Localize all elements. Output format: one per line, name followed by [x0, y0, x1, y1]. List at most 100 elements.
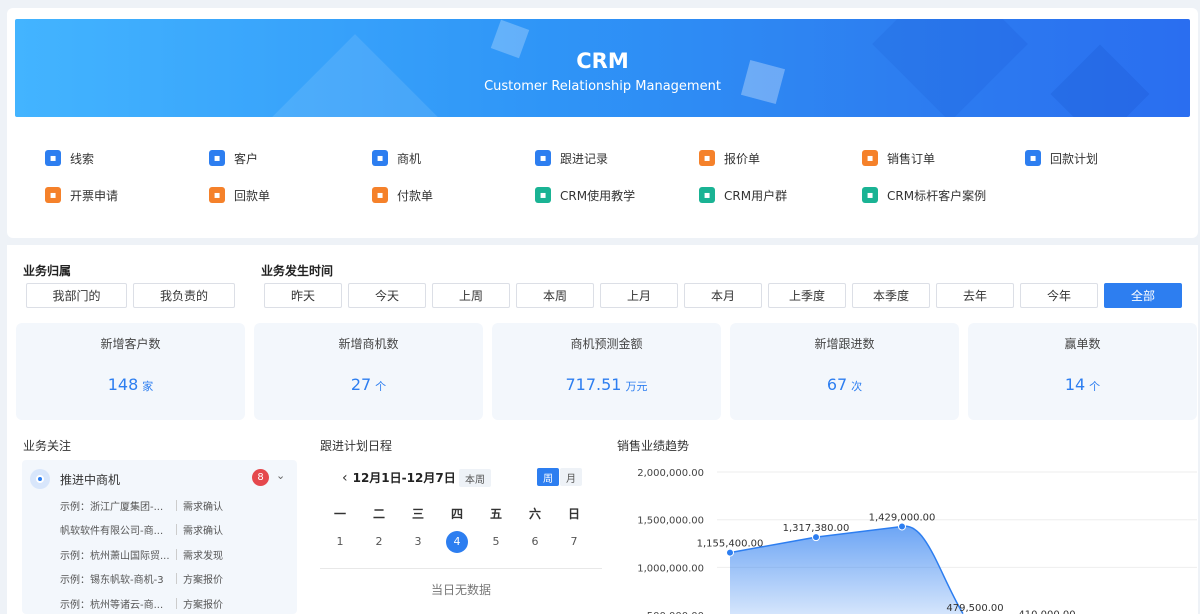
shortcut-label: 客户	[234, 151, 259, 166]
week-view-button[interactable]: 周	[537, 468, 559, 486]
stat-title: 新增跟进数	[814, 337, 875, 351]
data-label: 479,500.00	[946, 603, 1003, 614]
list-item[interactable]: 示例：浙江广厦集团-... 需求确认	[60, 496, 223, 514]
data-point[interactable]	[898, 522, 906, 531]
stat-card: 新增商机数 27 个	[254, 323, 483, 420]
sales-trend-chart: 2,000,000.001,500,000.001,000,000.00500,…	[637, 468, 1197, 614]
shortcut-sales-order[interactable]: ▪ 销售订单	[862, 148, 935, 168]
shortcut-payment-plan[interactable]: ▪ 回款计划	[1025, 148, 1098, 168]
time-filter-button[interactable]: 上季度	[768, 283, 846, 308]
ownership-label: 业务归属	[23, 264, 72, 278]
sales-order-icon: ▪	[862, 150, 878, 166]
stat-value-wrap: 67 次	[730, 375, 959, 394]
time-filter-button[interactable]: 全部	[1104, 283, 1182, 308]
shortcut-lead[interactable]: ▪ 线索	[45, 148, 94, 168]
month-view-button[interactable]: 月	[560, 468, 582, 486]
shortcut-user-group[interactable]: ▪ CRM用户群	[699, 185, 787, 205]
opportunity-stage: 方案报价	[183, 599, 223, 611]
calendar-day[interactable]: 2	[368, 531, 390, 553]
weekday-header: 日	[567, 507, 580, 521]
banner-title: CRM	[576, 49, 629, 73]
trend-title: 销售业绩趋势	[617, 439, 690, 453]
calendar-day[interactable]: 6	[524, 531, 546, 553]
shortcut-label: CRM使用教学	[560, 188, 636, 203]
shortcut-customer[interactable]: ▪ 客户	[209, 148, 258, 168]
opportunity-name: 示例：杭州萧山国际贸...	[60, 550, 170, 562]
time-filter-button[interactable]: 本周	[516, 283, 594, 308]
data-label: 1,429,000.00	[869, 512, 936, 523]
lead-icon: ▪	[45, 150, 61, 166]
data-point[interactable]	[726, 548, 734, 557]
shortcut-label: 付款单	[397, 188, 434, 203]
weekday-header: 三	[411, 507, 424, 521]
time-filter-button[interactable]: 今年	[1020, 283, 1098, 308]
time-filter-button[interactable]: 上周	[432, 283, 510, 308]
stat-value-wrap: 717.51 万元	[492, 375, 721, 394]
stat-value: 27	[350, 375, 372, 394]
dashboard-card: 业务归属 我部门的 我负责的 业务发生时间 昨天 今天 上周 本周 上月 本月 上季度 本季度…	[7, 245, 1198, 614]
shortcut-label: 回款计划	[1050, 151, 1099, 166]
calendar-day[interactable]: 5	[485, 531, 507, 553]
calendar-day[interactable]: 4	[446, 531, 468, 553]
shortcut-label: CRM标杆客户案例	[887, 188, 987, 203]
focus-panel: 推进中商机 8 ⌄ 示例：浙江广厦集团-... 需求确认 帆软软件有限公司-商...…	[22, 460, 297, 614]
ownership-my-department-button[interactable]: 我部门的	[26, 283, 127, 308]
time-filter-button[interactable]: 昨天	[264, 283, 342, 308]
shortcut-case-study[interactable]: ▪ CRM标杆客户案例	[862, 185, 986, 205]
time-filter-button[interactable]: 本月	[684, 283, 762, 308]
case-study-icon: ▪	[862, 187, 878, 203]
shortcut-payment-order[interactable]: ▪ 付款单	[372, 185, 433, 205]
time-filter-button[interactable]: 今天	[348, 283, 426, 308]
chevron-down-icon[interactable]: ⌄	[276, 469, 285, 482]
this-week-button[interactable]: 本周	[459, 469, 491, 487]
weekday-header: 六	[528, 507, 541, 521]
opportunity-stage: 需求发现	[183, 550, 223, 562]
calendar-day[interactable]: 7	[563, 531, 585, 553]
y-tick-label: 2,000,000.00	[637, 468, 704, 479]
focus-group-header[interactable]: 推进中商机 8 ⌄	[30, 468, 290, 490]
shortcut-quote[interactable]: ▪ 报价单	[699, 148, 760, 168]
stat-value: 67	[826, 375, 848, 394]
opportunity-name: 示例：锡东帆软-商机-3	[60, 575, 164, 586]
list-item[interactable]: 示例：锡东帆软-商机-3 方案报价	[60, 570, 223, 588]
stat-value-wrap: 14 个	[968, 375, 1197, 394]
trend-area	[730, 526, 964, 614]
customer-icon: ▪	[209, 150, 225, 166]
stat-title: 新增客户数	[100, 337, 161, 351]
data-label: 1,317,380.00	[783, 523, 850, 534]
shortcut-invoice-request[interactable]: ▪ 开票申请	[45, 185, 118, 205]
shortcut-followup-record[interactable]: ▪ 跟进记录	[535, 148, 608, 168]
list-item[interactable]: 示例：杭州萧山国际贸... 需求发现	[60, 545, 223, 563]
quote-icon: ▪	[699, 150, 715, 166]
shortcut-tutorial[interactable]: ▪ CRM使用教学	[535, 185, 635, 205]
opportunity-stage: 需求确认	[183, 526, 223, 537]
stat-unit: 家	[142, 380, 154, 393]
calendar-day[interactable]: 3	[407, 531, 429, 553]
calendar-range: 12月1日-12月7日	[352, 471, 456, 485]
calendar-day[interactable]: 1	[329, 531, 351, 553]
time-label: 业务发生时间	[261, 264, 334, 278]
shortcut-opportunity[interactable]: ▪ 商机	[372, 148, 421, 168]
ownership-my-responsible-button[interactable]: 我负责的	[133, 283, 235, 308]
list-item[interactable]: 示例：杭州等诸云-商... 方案报价	[60, 594, 223, 612]
shortcut-label: 报价单	[724, 151, 761, 166]
invoice-request-icon: ▪	[45, 187, 61, 203]
shortcut-payment-receipt[interactable]: ▪ 回款单	[209, 185, 270, 205]
stat-unit: 个	[1089, 380, 1101, 393]
opportunity-name: 示例：杭州等诸云-商...	[60, 599, 164, 611]
chevron-left-icon[interactable]: ‹	[342, 470, 348, 486]
stat-unit: 个	[375, 380, 387, 393]
stat-value-wrap: 148 家	[16, 375, 245, 394]
list-item[interactable]: 帆软软件有限公司-商... 需求确认	[60, 521, 223, 539]
data-point[interactable]	[812, 533, 820, 542]
stat-unit: 次	[851, 380, 863, 393]
shortcut-label: 回款单	[234, 188, 271, 203]
stat-card: 新增跟进数 67 次	[730, 323, 959, 420]
time-filter-button[interactable]: 本季度	[852, 283, 930, 308]
empty-state: 当日无数据	[430, 583, 491, 597]
time-filter-button[interactable]: 去年	[936, 283, 1014, 308]
stat-card: 新增客户数 148 家	[16, 323, 245, 420]
y-tick-label: 1,500,000.00	[637, 516, 704, 527]
time-filter-button[interactable]: 上月	[600, 283, 678, 308]
stat-value: 717.51	[565, 375, 622, 394]
